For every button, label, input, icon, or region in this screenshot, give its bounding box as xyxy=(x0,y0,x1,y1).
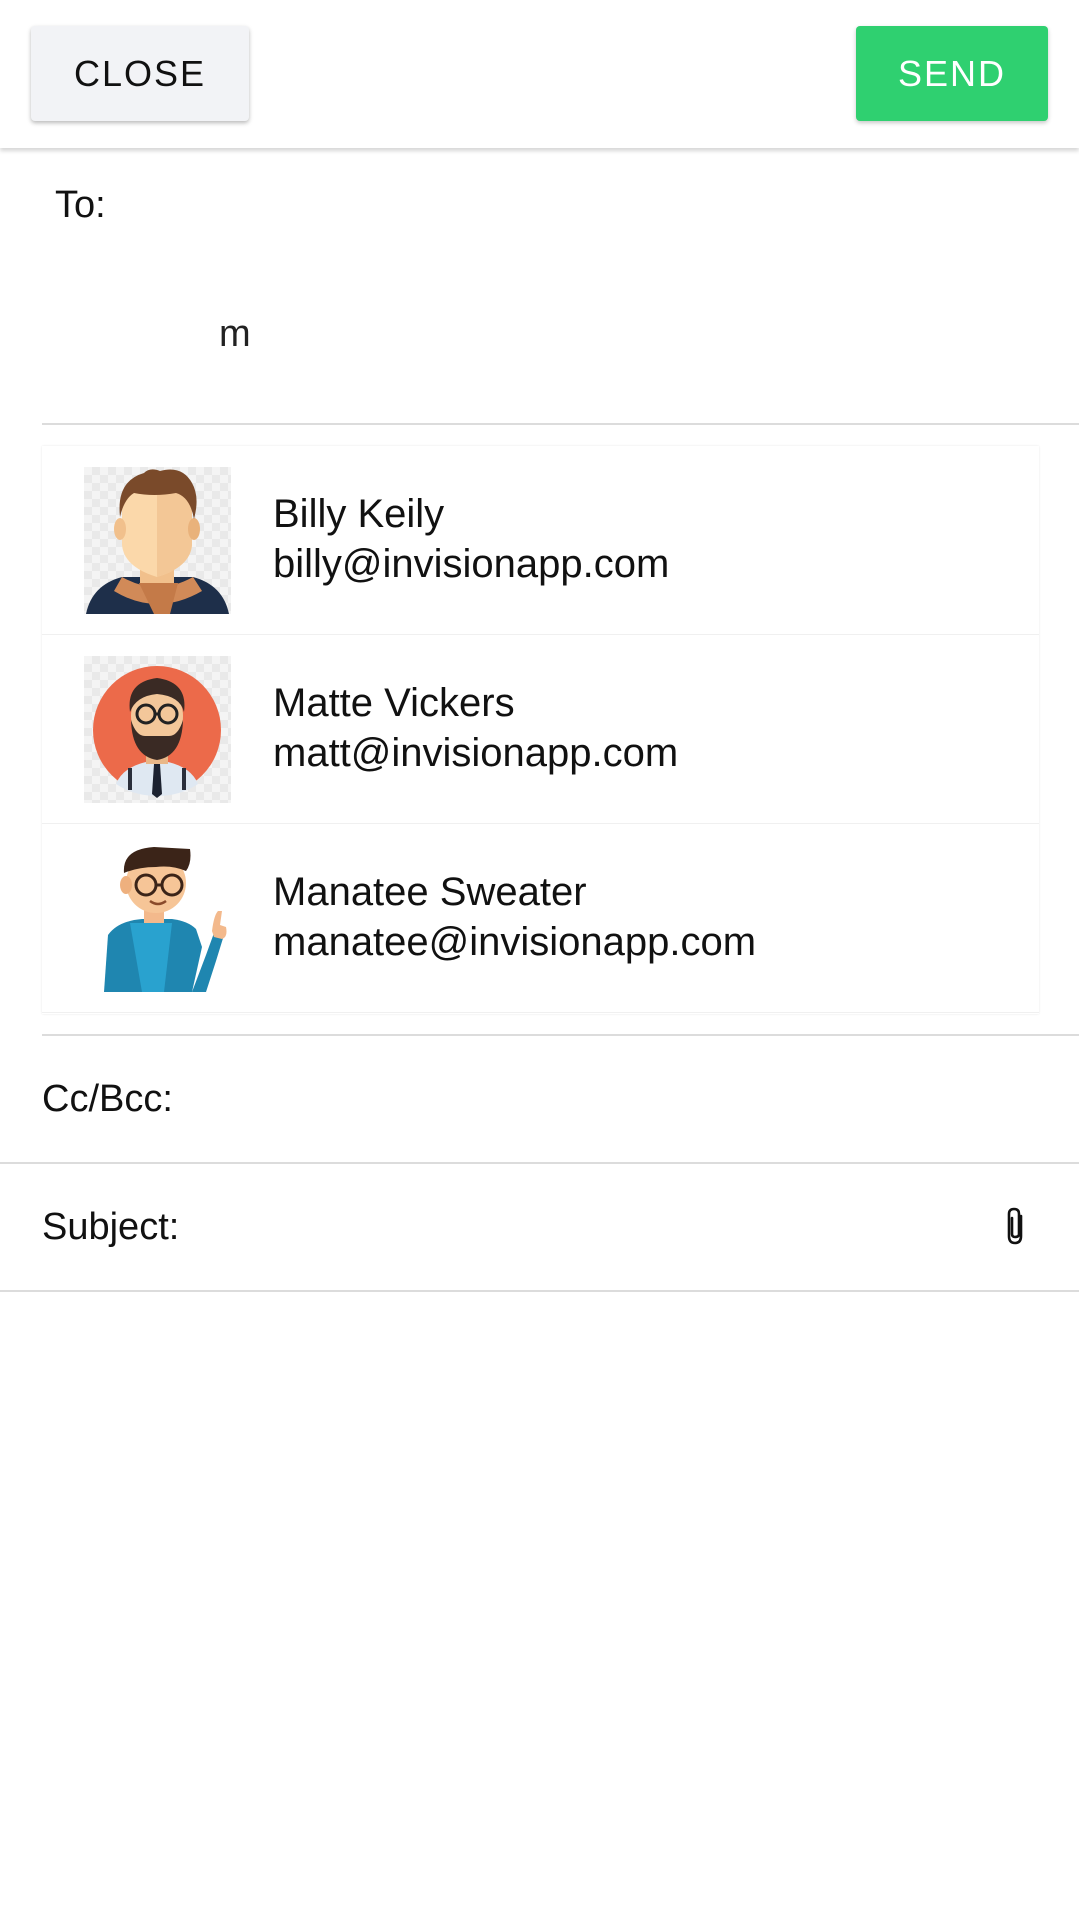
avatar-bearded-man-glasses-icon xyxy=(93,666,221,798)
compose-header: CLOSE SEND xyxy=(0,0,1079,148)
paperclip-icon[interactable] xyxy=(1002,1206,1030,1246)
to-label: To: xyxy=(55,184,106,226)
compose-email-screen: CLOSE SEND To: m Billy Keily billy@invis… xyxy=(0,0,1079,1919)
suggestions-divider xyxy=(42,1034,1079,1036)
close-button[interactable]: CLOSE xyxy=(31,26,249,121)
subject-label: Subject: xyxy=(42,1206,180,1248)
message-body-input[interactable] xyxy=(0,1294,1079,1919)
subject-divider xyxy=(0,1290,1079,1292)
to-divider xyxy=(42,423,1079,425)
avatar xyxy=(84,467,231,614)
ccbcc-label: Cc/Bcc: xyxy=(42,1078,173,1120)
avatar xyxy=(84,845,231,992)
to-input[interactable] xyxy=(219,306,919,362)
subject-input[interactable] xyxy=(210,1205,970,1261)
suggestion-item-manatee-sweater[interactable]: Manatee Sweater manatee@invisionapp.com xyxy=(42,824,1039,1013)
contact-name: Matte Vickers xyxy=(273,681,515,725)
contact-suggestions-list: Billy Keily billy@invisionapp.com Matte … xyxy=(42,446,1039,1014)
ccbcc-divider xyxy=(0,1162,1079,1164)
contact-email: manatee@invisionapp.com xyxy=(273,920,757,964)
ccbcc-input[interactable] xyxy=(200,1073,1040,1129)
avatar-cartoon-man-pointing-icon xyxy=(104,847,227,992)
avatar xyxy=(84,656,231,803)
suggestion-item-billy-keily[interactable]: Billy Keily billy@invisionapp.com xyxy=(42,446,1039,635)
contact-name: Billy Keily xyxy=(273,492,445,536)
send-button[interactable]: SEND xyxy=(856,26,1048,121)
contact-email: matt@invisionapp.com xyxy=(273,731,679,775)
contact-email: billy@invisionapp.com xyxy=(273,542,670,586)
suggestion-item-matte-vickers[interactable]: Matte Vickers matt@invisionapp.com xyxy=(42,635,1039,824)
contact-name: Manatee Sweater xyxy=(273,870,587,914)
avatar-faceless-man-icon xyxy=(86,469,229,614)
